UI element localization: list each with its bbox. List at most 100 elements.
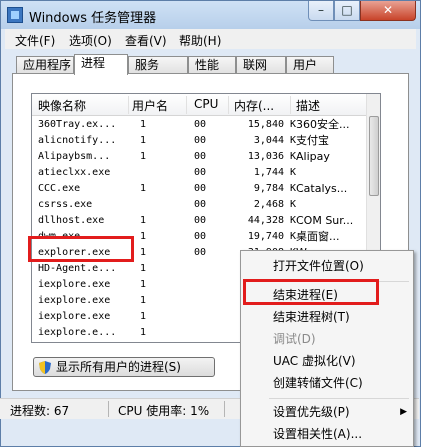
process-row[interactable]: alicnotify... 1 00 3,044 K 支付宝 bbox=[32, 133, 368, 149]
col-memory[interactable]: 内存(... bbox=[234, 97, 274, 114]
close-icon: ✕ bbox=[382, 3, 394, 17]
process-row[interactable]: 360Tray.ex... 1 00 15,840 K 360安全... bbox=[32, 117, 368, 133]
context-menu: 打开文件位置(O) 结束进程(E) 结束进程树(T) 调试(D) UAC 虚拟化… bbox=[240, 250, 414, 447]
process-user: 1 bbox=[140, 247, 147, 258]
menu-help[interactable]: 帮助(H) bbox=[179, 32, 221, 49]
process-description: 支付宝 bbox=[296, 134, 329, 147]
process-memory: 44,328 bbox=[247, 215, 284, 226]
maximize-button[interactable]: □ bbox=[334, 1, 360, 21]
process-row[interactable]: csrss.exe 00 2,468 K bbox=[32, 197, 368, 213]
tab-processes[interactable]: 进程 bbox=[74, 54, 128, 75]
minimize-button[interactable]: – bbox=[308, 1, 334, 21]
process-name: dllhost.exe bbox=[38, 215, 105, 226]
title-bar[interactable]: Windows 任务管理器 – □ ✕ bbox=[1, 1, 420, 29]
menu-bar: 文件(F) 选项(O) 查看(V) 帮助(H) bbox=[5, 29, 416, 49]
ctx-separator bbox=[269, 398, 409, 399]
show-all-users-label: 显示所有用户的进程(S) bbox=[56, 360, 181, 374]
process-user: 1 bbox=[140, 327, 147, 338]
process-name: Alipaybsm... bbox=[38, 151, 111, 162]
process-cpu: 00 bbox=[194, 119, 207, 130]
process-description: 360安全... bbox=[296, 118, 350, 131]
process-row[interactable]: CCC.exe 1 00 9,784 K Catalys... bbox=[32, 181, 368, 197]
process-memory: 19,740 bbox=[247, 231, 284, 242]
process-row[interactable]: dwm.exe 1 00 19,740 K 桌面窗... bbox=[32, 229, 368, 245]
ctx-set-priority[interactable]: 设置优先级(P) ▶ bbox=[241, 401, 413, 423]
process-memory: 2,468 bbox=[253, 199, 284, 210]
ctx-uac-virtualization[interactable]: UAC 虚拟化(V) bbox=[241, 350, 413, 372]
process-cpu: 00 bbox=[194, 135, 207, 146]
scroll-thumb[interactable] bbox=[369, 116, 379, 196]
process-description: COM Sur... bbox=[296, 214, 354, 227]
menu-options[interactable]: 选项(O) bbox=[69, 32, 112, 49]
process-cpu: 00 bbox=[194, 215, 207, 226]
ctx-end-process[interactable]: 结束进程(E) bbox=[241, 284, 413, 306]
minimize-icon: – bbox=[318, 3, 324, 17]
process-memory: 1,744 bbox=[253, 167, 284, 178]
process-user: 1 bbox=[140, 311, 147, 322]
close-button[interactable]: ✕ bbox=[360, 1, 416, 21]
tab-networking[interactable]: 联网 bbox=[236, 56, 286, 74]
menu-view[interactable]: 查看(V) bbox=[125, 32, 167, 49]
process-cpu: 00 bbox=[194, 231, 207, 242]
process-memory: 15,840 bbox=[247, 119, 284, 130]
process-user: 1 bbox=[140, 279, 147, 290]
process-description: 桌面窗... bbox=[296, 230, 340, 243]
process-cpu: 00 bbox=[194, 247, 207, 258]
process-cpu: 00 bbox=[194, 167, 207, 178]
col-user-name[interactable]: 用户名 bbox=[132, 97, 168, 114]
status-cpu-usage: CPU 使用率: 1% bbox=[118, 404, 210, 418]
process-cpu: 00 bbox=[194, 199, 207, 210]
ctx-debug: 调试(D) bbox=[273, 332, 316, 346]
process-name: iexplore.exe bbox=[38, 311, 111, 322]
process-user: 1 bbox=[140, 119, 147, 130]
process-name: csrss.exe bbox=[38, 199, 93, 210]
process-cpu: 00 bbox=[194, 151, 207, 162]
maximize-icon: □ bbox=[341, 3, 353, 17]
col-description[interactable]: 描述 bbox=[296, 97, 320, 114]
submenu-arrow-icon: ▶ bbox=[400, 407, 407, 417]
shield-icon bbox=[39, 361, 51, 374]
tab-performance[interactable]: 性能 bbox=[188, 56, 236, 74]
process-name: atieclxx.exe bbox=[38, 167, 111, 178]
process-user: 1 bbox=[140, 263, 147, 274]
ctx-separator bbox=[269, 281, 409, 282]
app-icon bbox=[7, 7, 23, 23]
process-memory: 3,044 bbox=[253, 135, 284, 146]
process-name: HD-Agent.e... bbox=[38, 263, 117, 274]
ctx-open-file-location[interactable]: 打开文件位置(O) bbox=[241, 255, 413, 277]
col-cpu[interactable]: CPU bbox=[194, 97, 218, 111]
process-user: 1 bbox=[140, 231, 147, 242]
ctx-create-dump-file[interactable]: 创建转储文件(C) bbox=[241, 372, 413, 394]
status-process-count: 进程数: 67 bbox=[10, 404, 70, 418]
process-description: Alipay bbox=[296, 150, 330, 163]
process-user: 1 bbox=[140, 215, 147, 226]
process-memory-unit: K bbox=[290, 167, 297, 178]
ctx-set-affinity[interactable]: 设置相关性(A)... bbox=[241, 423, 413, 445]
window-title: Windows 任务管理器 bbox=[29, 11, 157, 26]
process-row[interactable]: atieclxx.exe 00 1,744 K bbox=[32, 165, 368, 181]
process-user: 1 bbox=[140, 295, 147, 306]
process-cpu: 00 bbox=[194, 183, 207, 194]
process-memory: 9,784 bbox=[253, 183, 284, 194]
process-name: alicnotify... bbox=[38, 135, 117, 146]
menu-file[interactable]: 文件(F) bbox=[15, 32, 55, 49]
process-name: explorer.exe bbox=[38, 247, 111, 258]
tab-users[interactable]: 用户 bbox=[286, 56, 334, 74]
tab-services[interactable]: 服务 bbox=[128, 56, 188, 74]
show-all-users-button[interactable]: 显示所有用户的进程(S) bbox=[33, 357, 215, 377]
process-name: iexplore.e... bbox=[38, 327, 117, 338]
tab-applications[interactable]: 应用程序 bbox=[16, 56, 74, 74]
process-memory: 13,036 bbox=[247, 151, 284, 162]
process-row[interactable]: dllhost.exe 1 00 44,328 K COM Sur... bbox=[32, 213, 368, 229]
ctx-end-process-tree[interactable]: 结束进程树(T) bbox=[241, 306, 413, 328]
process-user: 1 bbox=[140, 151, 147, 162]
col-image-name[interactable]: 映像名称 bbox=[38, 97, 86, 114]
process-description: Catalys... bbox=[296, 182, 348, 195]
process-user: 1 bbox=[140, 183, 147, 194]
process-name: iexplore.exe bbox=[38, 295, 111, 306]
process-user: 1 bbox=[140, 135, 147, 146]
list-header: 映像名称 用户名 CPU 内存(... 描述 bbox=[32, 94, 380, 116]
process-row[interactable]: Alipaybsm... 1 00 13,036 K Alipay bbox=[32, 149, 368, 165]
process-memory-unit: K bbox=[290, 199, 297, 210]
ctx-set-priority-label: 设置优先级(P) bbox=[273, 405, 350, 419]
